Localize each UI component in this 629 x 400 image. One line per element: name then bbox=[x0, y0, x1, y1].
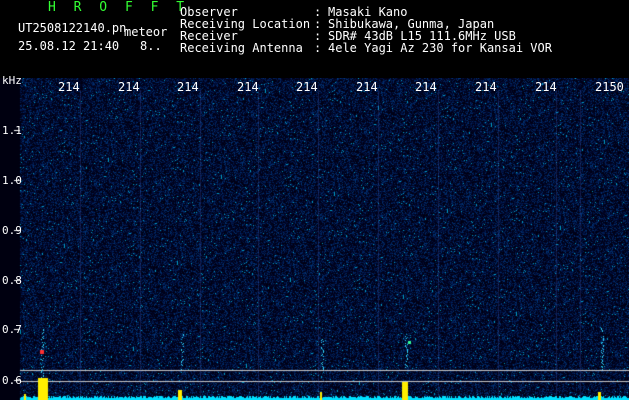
antenna-label: Receiving Antenna bbox=[180, 41, 303, 55]
y-tick-label: 0.8 bbox=[2, 274, 22, 287]
date-time: 25.08.12 21:40 bbox=[18, 39, 120, 53]
time-label: 214 bbox=[177, 80, 199, 94]
time-label: 214 bbox=[237, 80, 259, 94]
file-name: UT2508122140.pn bbox=[18, 21, 127, 35]
unit-label: kHz bbox=[2, 74, 22, 87]
y-tick-label: 0.9 bbox=[2, 224, 22, 237]
y-tick-label: 0.7 bbox=[2, 323, 22, 336]
time-label: 214 bbox=[415, 80, 437, 94]
time-label: 214 bbox=[535, 80, 557, 94]
app-title: H R O F F T bbox=[48, 0, 190, 15]
antenna-value: 4ele Yagi Az 230 for Kansai VOR bbox=[328, 41, 552, 55]
mode-label: meteor bbox=[124, 25, 168, 39]
time-label: 214 bbox=[58, 80, 80, 94]
y-tick-label: 0.6 bbox=[2, 374, 22, 387]
count-label: 8.. bbox=[140, 39, 162, 53]
time-label: 214 bbox=[296, 80, 318, 94]
time-label: 2150 bbox=[595, 80, 624, 94]
info-values: Masaki Kano Shibukawa, Gunma, Japan SDR#… bbox=[328, 6, 552, 54]
spectrogram bbox=[0, 78, 629, 400]
y-tick-label: 1.0 bbox=[2, 174, 22, 187]
y-tick-label: 1.1 bbox=[2, 124, 22, 137]
time-label: 214 bbox=[475, 80, 497, 94]
info-separators: : : : : bbox=[314, 6, 321, 54]
time-label: 214 bbox=[356, 80, 378, 94]
separator: : bbox=[314, 41, 322, 55]
time-label: 214 bbox=[118, 80, 140, 94]
info-labels: Observer Receiving Location Receiver Rec… bbox=[180, 6, 310, 54]
